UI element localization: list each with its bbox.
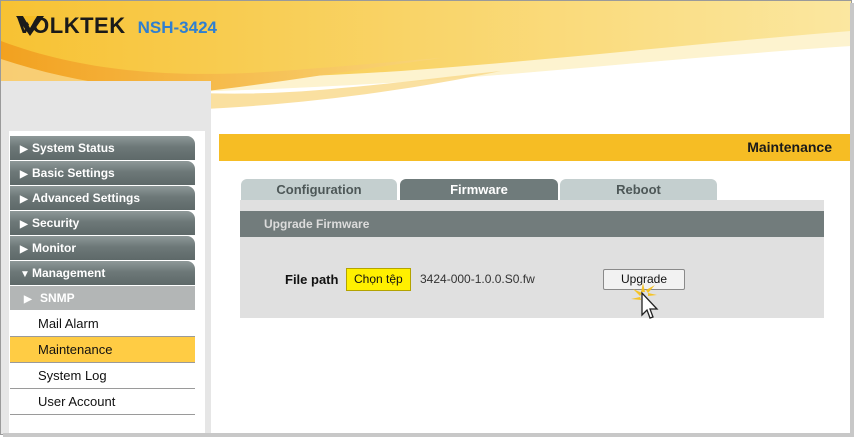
sidebar-subitem-label: SNMP	[40, 291, 75, 305]
file-path-label: File path	[285, 272, 339, 287]
triangle-right-icon: ▶	[20, 194, 28, 205]
sidebar-item-advanced-settings[interactable]: ▶ Advanced Settings	[10, 186, 195, 210]
click-cursor-icon	[631, 283, 659, 319]
volktek-chevron-logo-icon	[16, 16, 44, 36]
sidebar-link-maintenance[interactable]: Maintenance	[10, 337, 195, 363]
triangle-right-icon: ▶	[20, 244, 28, 255]
brand-logo: VOLKTEK NSH-3424	[15, 13, 217, 39]
frame-shadow-bottom	[3, 433, 854, 437]
sidebar-item-label: System Status	[32, 141, 115, 155]
sidebar-link-user-account[interactable]: User Account	[10, 389, 195, 415]
sidebar-subitem-snmp[interactable]: ▶ SNMP	[10, 286, 195, 310]
triangle-right-icon: ▶	[20, 169, 28, 180]
sidebar-nav: ▶ System Status ▶ Basic Settings ▶ Advanced…	[10, 136, 195, 415]
browser-frame: VOLKTEK NSH-3424 ▶ System Status ▶ Basic S…	[0, 0, 852, 435]
firmware-panel: Upgrade Firmware File path Chọn tệp 3424…	[240, 200, 824, 318]
triangle-right-icon: ▶	[20, 144, 28, 155]
tab-reboot[interactable]: Reboot	[560, 179, 717, 201]
model-name: NSH-3424	[137, 17, 217, 37]
choose-file-button[interactable]: Chọn tệp	[346, 268, 411, 291]
section-title: Upgrade Firmware	[264, 217, 370, 231]
tab-firmware[interactable]: Firmware	[400, 179, 558, 201]
sidebar-item-security[interactable]: ▶ Security	[10, 211, 195, 235]
sidebar-item-system-status[interactable]: ▶ System Status	[10, 136, 195, 160]
section-header: Upgrade Firmware	[240, 211, 824, 237]
sidebar-link-mail-alarm[interactable]: Mail Alarm	[10, 311, 195, 337]
sidebar-item-label: Basic Settings	[32, 166, 115, 180]
sidebar-item-label: Management	[32, 266, 106, 280]
sidebar-item-label: Advanced Settings	[32, 191, 141, 205]
tab-configuration[interactable]: Configuration	[241, 179, 397, 201]
selected-file-name: 3424-000-1.0.0.S0.fw	[420, 272, 535, 286]
sidebar-item-basic-settings[interactable]: ▶ Basic Settings	[10, 161, 195, 185]
sidebar-item-label: Monitor	[32, 241, 76, 255]
sidebar-link-system-log[interactable]: System Log	[10, 363, 195, 389]
triangle-down-icon: ▼	[20, 269, 30, 280]
page-title: Maintenance	[747, 139, 832, 155]
triangle-right-icon: ▶	[24, 294, 32, 305]
triangle-right-icon: ▶	[20, 219, 28, 230]
sidebar-item-label: Security	[32, 216, 80, 230]
sidebar-item-management[interactable]: ▼ Management	[10, 261, 195, 285]
page-title-bar: Maintenance	[219, 134, 851, 161]
sidebar-item-monitor[interactable]: ▶ Monitor	[10, 236, 195, 260]
frame-shadow-right	[850, 3, 854, 437]
